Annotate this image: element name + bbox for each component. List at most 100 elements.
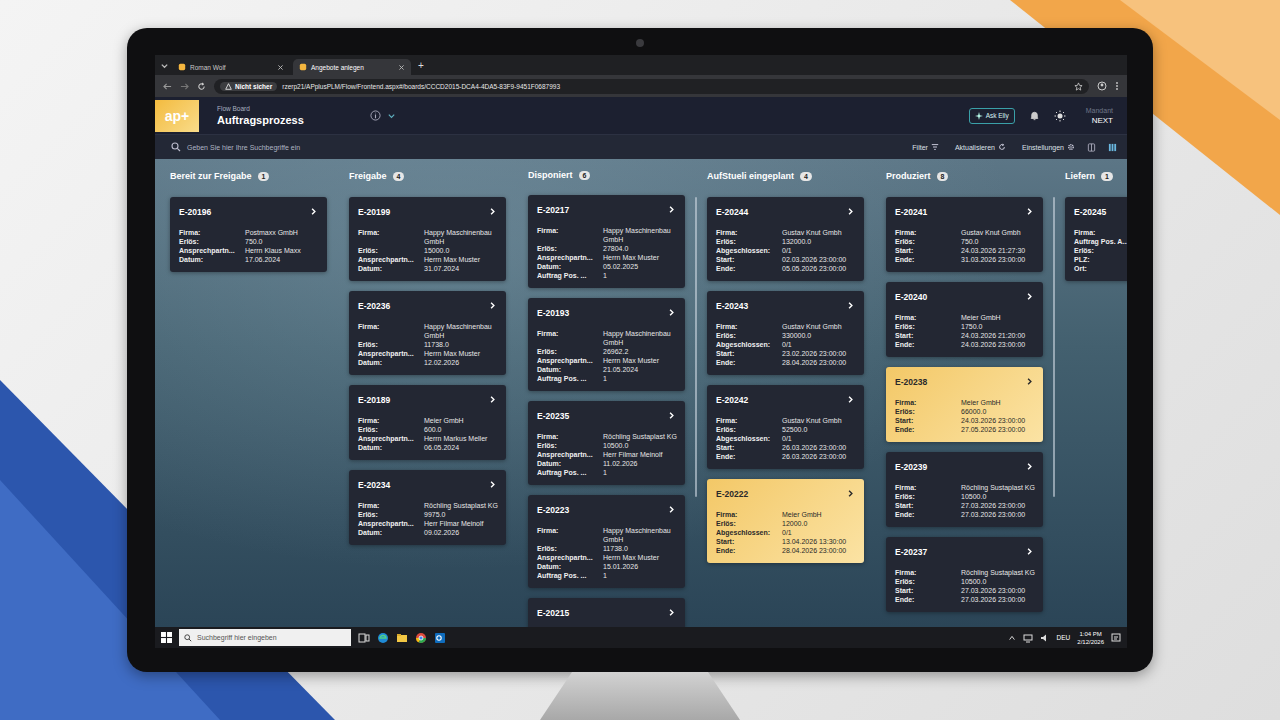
order-card[interactable]: E-20223 Firma: Happy Maschinenbau GmbHEr…	[528, 495, 685, 588]
chevron-right-icon[interactable]	[1026, 208, 1033, 215]
order-card[interactable]: E-20222 Firma: Meier GmbHErlös: 12000.0A…	[707, 479, 864, 563]
logo[interactable]: ap+	[155, 100, 199, 132]
order-card[interactable]: E-20193 Firma: Happy Maschinenbau GmbHEr…	[528, 298, 685, 391]
search-field[interactable]: Geben Sie hier Ihre Suchbegriffe ein	[187, 144, 300, 151]
browser-tab[interactable]: Roman Wolf	[172, 59, 290, 75]
order-card[interactable]: E-20237 Firma: Röchling Sustaplast KGErl…	[886, 537, 1043, 612]
order-card[interactable]: E-20242 Firma: Gustav Knut GmbhErlös: 52…	[707, 385, 864, 469]
file-explorer-icon[interactable]	[396, 632, 408, 644]
order-card[interactable]: E-20235 Firma: Röchling Sustaplast KGErl…	[528, 401, 685, 485]
order-card[interactable]: E-20217 Firma: Happy Maschinenbau GmbHEr…	[528, 195, 685, 288]
field-value: 10500.0	[603, 441, 679, 450]
close-icon[interactable]	[398, 64, 405, 71]
clock[interactable]: 1:04 PM 2/12/2026	[1077, 630, 1104, 646]
chevron-right-icon[interactable]	[489, 208, 496, 215]
chevron-right-icon[interactable]	[668, 609, 675, 616]
field-label: Firma:	[716, 228, 782, 237]
chevron-right-icon[interactable]	[668, 309, 675, 316]
chevron-right-icon[interactable]	[847, 208, 854, 215]
order-card[interactable]: E-20236 Firma: Happy Maschinenbau GmbHEr…	[349, 291, 506, 375]
field-label: Firma:	[716, 416, 782, 425]
volume-icon[interactable]	[1040, 633, 1050, 643]
order-card[interactable]: E-20243 Firma: Gustav Knut GmbhErlös: 33…	[707, 291, 864, 375]
chevron-right-icon[interactable]	[668, 206, 675, 213]
order-card[interactable]: E-20189 Firma: Meier GmbHErlös: 600.0Ans…	[349, 385, 506, 460]
toolbar-button[interactable]: Aktualisieren	[955, 143, 1006, 151]
browser-tab[interactable]: Angebote anlegen	[293, 59, 411, 75]
security-badge[interactable]: Nicht sicher	[220, 82, 277, 91]
url-field[interactable]: Nicht sicher rzerp21/APplusPLM/Flow/Fron…	[214, 79, 1089, 94]
card-header: E-20199	[358, 206, 500, 217]
language-indicator[interactable]: DEU	[1057, 634, 1071, 641]
list-view-icon[interactable]	[1087, 143, 1096, 152]
field-label: Firma:	[358, 416, 424, 425]
card-id: E-20238	[895, 377, 927, 387]
tenant[interactable]: Mandant NEXT	[1086, 107, 1113, 125]
chevron-down-icon[interactable]	[387, 111, 396, 120]
board-view-icon[interactable]	[1108, 143, 1117, 152]
chevron-right-icon[interactable]	[1026, 378, 1033, 385]
order-card[interactable]: E-20215	[528, 598, 685, 627]
toolbar-button[interactable]: Einstellungen	[1022, 143, 1075, 151]
order-card[interactable]: E-20196 Firma: Postmaxx GmbHErlös: 750.0…	[170, 197, 327, 272]
toolbar-button[interactable]: Filter	[912, 143, 939, 151]
field-label: Ansprechpartn...	[179, 246, 245, 255]
order-card[interactable]: E-20238 Firma: Meier GmbHErlös: 66000.0S…	[886, 367, 1043, 442]
profile-icon[interactable]	[1097, 81, 1107, 91]
network-icon[interactable]	[1023, 633, 1033, 643]
reload-icon[interactable]	[197, 82, 206, 91]
chevron-right-icon[interactable]	[489, 396, 496, 403]
chevron-right-icon[interactable]	[1026, 548, 1033, 555]
edge-icon[interactable]	[377, 632, 389, 644]
field-value: Herrn Max Muster	[603, 253, 679, 262]
order-card[interactable]: E-20241 Firma: Gustav Knut GmbhErlös: 75…	[886, 197, 1043, 272]
chevron-right-icon[interactable]	[310, 208, 317, 215]
chevron-right-icon[interactable]	[847, 302, 854, 309]
forward-arrow-icon[interactable]	[180, 82, 189, 91]
chevron-right-icon[interactable]	[668, 412, 675, 419]
order-card[interactable]: E-20234 Firma: Röchling Sustaplast KGErl…	[349, 470, 506, 545]
sun-icon[interactable]	[1054, 110, 1066, 122]
order-card[interactable]: E-20239 Firma: Röchling Sustaplast KGErl…	[886, 452, 1043, 527]
ask-elly-button[interactable]: Ask Elly	[969, 108, 1015, 124]
tray-expand-icon[interactable]	[1008, 634, 1016, 642]
star-icon[interactable]	[1074, 82, 1083, 91]
notifications-icon[interactable]	[1111, 633, 1121, 643]
card-header: E-20236	[358, 300, 500, 311]
outlook-icon[interactable]	[434, 632, 446, 644]
chevron-right-icon[interactable]	[1026, 463, 1033, 470]
chevron-right-icon[interactable]	[489, 481, 496, 488]
card-field: Ansprechpartn... Herrn Max Muster	[537, 253, 679, 262]
back-arrow-icon[interactable]	[163, 82, 172, 91]
task-view-icon[interactable]	[358, 632, 370, 644]
chevron-right-icon[interactable]	[847, 490, 854, 497]
chevron-right-icon[interactable]	[668, 506, 675, 513]
close-icon[interactable]	[277, 64, 284, 71]
order-card[interactable]: E-20240 Firma: Meier GmbHErlös: 1750.0St…	[886, 282, 1043, 357]
order-card[interactable]: E-20245 Firma: Auftrag Pos. A... Erlös: …	[1065, 197, 1127, 281]
field-label: Ansprechpartn...	[358, 255, 424, 264]
field-value: 750.0	[245, 237, 321, 246]
tab-menu-icon[interactable]	[160, 61, 169, 70]
card-field: Ansprechpartn... Herr Filmar Meinolf	[358, 519, 500, 528]
field-value: 9975.0	[424, 510, 500, 519]
chevron-right-icon[interactable]	[489, 302, 496, 309]
order-card[interactable]: E-20244 Firma: Gustav Knut GmbhErlös: 13…	[707, 197, 864, 281]
chrome-icon[interactable]	[415, 632, 427, 644]
windows-start-icon[interactable]	[161, 632, 172, 643]
field-value: 31.07.2024	[424, 264, 500, 273]
order-card[interactable]: E-20199 Firma: Happy Maschinenbau GmbHEr…	[349, 197, 506, 281]
card-header: E-20245	[1074, 206, 1127, 217]
field-value: 750.0	[961, 237, 1037, 246]
new-tab-button[interactable]: +	[414, 60, 428, 71]
scrollbar[interactable]	[695, 197, 697, 497]
chevron-right-icon[interactable]	[1026, 293, 1033, 300]
scrollbar[interactable]	[1053, 197, 1055, 497]
bell-icon[interactable]	[1029, 110, 1040, 121]
taskbar-search[interactable]: Suchbegriff hier eingeben	[179, 629, 351, 646]
board-column: Liefern 1 E-20245 Firma: Auftrag Pos. A.…	[1065, 170, 1127, 627]
menu-dots-icon[interactable]	[1115, 81, 1119, 91]
info-icon[interactable]	[370, 110, 381, 121]
chevron-right-icon[interactable]	[847, 396, 854, 403]
field-value: 132000.0	[782, 237, 858, 246]
